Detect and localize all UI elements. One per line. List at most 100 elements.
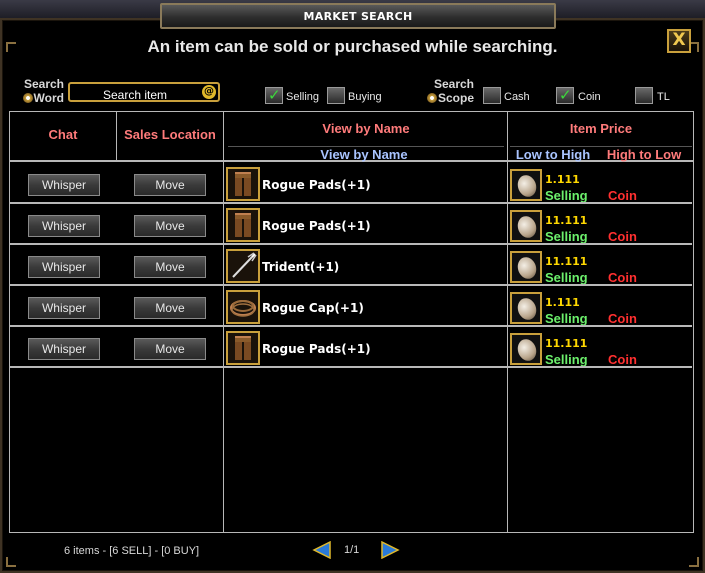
title-bar[interactable]: MARKET SEARCH [160,3,556,29]
row-divider [9,284,224,286]
gear-icon [426,93,437,103]
sort-view-by-name[interactable]: View by Name [224,147,504,162]
move-button[interactable]: Move [134,338,206,360]
prev-page-arrow-icon[interactable] [312,541,332,559]
search-icon[interactable]: @ [202,85,216,99]
search-input[interactable] [70,87,200,103]
pads-icon[interactable] [226,167,260,201]
coin-egg-graphic [514,254,540,282]
trident-icon[interactable] [226,249,260,283]
tl-checkbox[interactable]: ✓ [635,87,653,104]
coin-icon [510,210,542,242]
search-word-label: Search Word [10,77,64,105]
check-icon: ✓ [268,86,281,104]
results-summary: 6 items - [6 SELL] - [0 BUY] [64,545,200,557]
frame-corner [689,557,699,567]
listing-currency: Coin [608,270,637,285]
window-subtitle: An item can be sold or purchased while s… [147,37,558,56]
row-divider [507,325,692,327]
frame-corner [6,557,16,567]
whisper-button[interactable]: Whisper [28,256,100,278]
coin-icon [510,333,542,365]
row-divider [507,284,692,286]
cash-checkbox[interactable]: ✓ [483,87,501,104]
row-divider [9,243,224,245]
row-divider [9,202,224,204]
selling-checkbox[interactable]: ✓ [265,86,283,104]
sort-high-to-low[interactable]: High to Low [598,147,690,162]
coin-egg-graphic [514,336,540,364]
item-name[interactable]: Rogue Pads(+1) [262,178,371,192]
pads-icon[interactable] [226,331,260,365]
move-button[interactable]: Move [134,256,206,278]
search-scope-label-line2: Scope [437,91,474,105]
buying-label: Buying [348,91,382,103]
column-header-chat[interactable]: Chat [10,127,116,142]
item-name[interactable]: Rogue Pads(+1) [262,342,371,356]
item-name[interactable]: Trident(+1) [262,260,339,274]
row-divider [223,366,508,368]
search-word-label-line2: Word [33,91,64,105]
page-indicator: 1/1 [344,544,360,556]
row-divider [507,202,692,204]
item-name[interactable]: Rogue Cap(+1) [262,301,364,315]
cash-label: Cash [504,91,530,103]
next-page-arrow-icon[interactable] [380,541,400,559]
coin-icon [510,251,542,283]
search-scope-label: Search Scope [418,77,474,105]
row-divider [223,243,508,245]
listing-status: Selling [545,188,588,203]
row-divider [223,284,508,286]
listing-status: Selling [545,229,588,244]
row-divider [223,325,508,327]
search-scope-label-line1: Search [433,77,474,91]
sort-low-to-high[interactable]: Low to High [509,147,597,162]
column-header-sales-location[interactable]: Sales Location [117,127,223,142]
item-price: 1.111 [545,173,580,186]
coin-egg-graphic [514,295,540,323]
listing-status: Selling [545,270,588,285]
coin-checkbox[interactable]: ✓ [556,86,574,104]
tl-label: TL [657,91,670,103]
search-word-label-line1: Search [23,77,64,91]
close-button[interactable]: X [667,29,691,53]
row-divider [223,202,508,204]
move-button[interactable]: Move [134,174,206,196]
cap-icon[interactable] [226,290,260,324]
search-box[interactable]: @ [68,82,220,103]
listing-currency: Coin [608,352,637,367]
coin-icon [510,169,542,201]
listing-status: Selling [545,311,588,326]
coin-icon [510,292,542,324]
row-divider [9,366,224,368]
gear-icon [22,93,33,103]
item-price: 1.111 [545,296,580,309]
column-header-view-by-name[interactable]: View by Name [224,121,508,136]
item-price: 11.111 [545,255,588,268]
item-price: 11.111 [545,214,588,227]
column-header-item-price[interactable]: Item Price [508,121,694,136]
row-divider [507,243,692,245]
pads-icon[interactable] [226,208,260,242]
check-icon: ✓ [559,86,572,104]
listing-currency: Coin [608,311,637,326]
items-panel [223,111,508,533]
row-divider [9,325,224,327]
listing-currency: Coin [608,229,637,244]
item-price: 11.111 [545,337,588,350]
buying-checkbox[interactable]: ✓ [327,87,345,104]
whisper-button[interactable]: Whisper [28,174,100,196]
whisper-button[interactable]: Whisper [28,297,100,319]
whisper-button[interactable]: Whisper [28,338,100,360]
row-divider [507,366,692,368]
listing-currency: Coin [608,188,637,203]
whisper-button[interactable]: Whisper [28,215,100,237]
selling-label: Selling [286,91,320,103]
item-name[interactable]: Rogue Pads(+1) [262,219,371,233]
move-button[interactable]: Move [134,297,206,319]
coin-egg-graphic [514,213,540,241]
listing-status: Selling [545,352,588,367]
window-title: MARKET SEARCH [303,9,413,23]
coin-label: Coin [578,91,601,103]
move-button[interactable]: Move [134,215,206,237]
